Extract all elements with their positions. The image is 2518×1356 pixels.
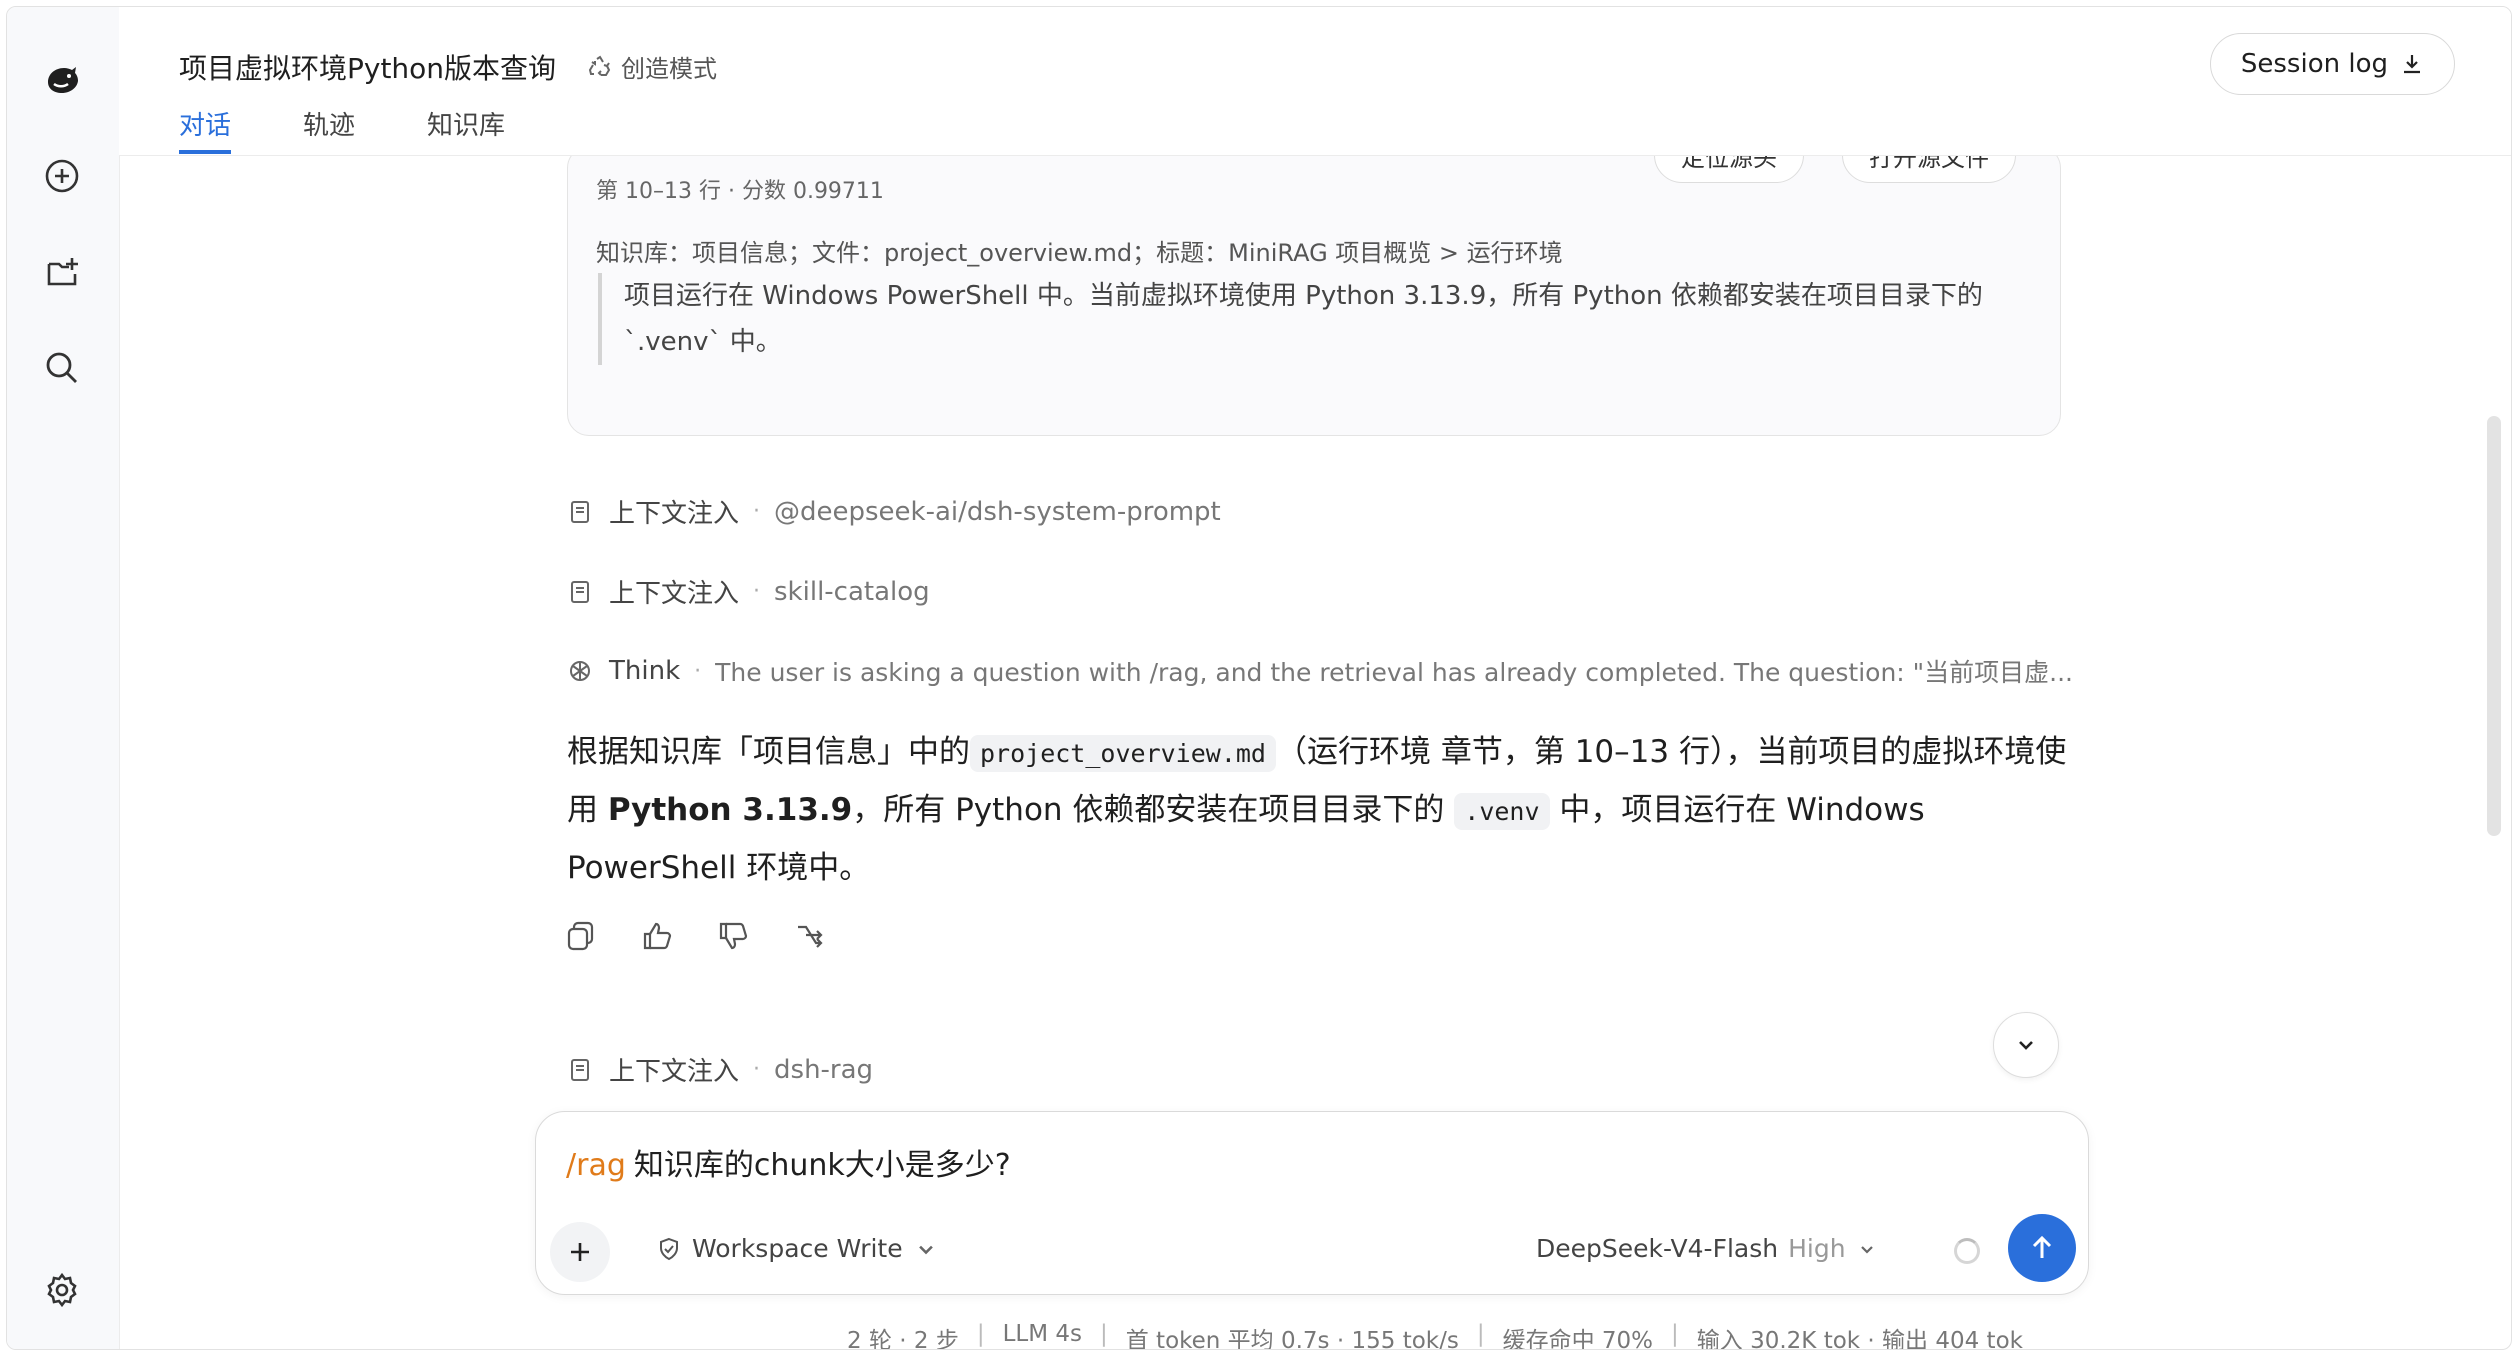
context-label: 上下文注入 [609,1057,740,1087]
scrollbar[interactable] [2487,416,2501,836]
stat-separator: | [1099,1321,1108,1347]
slash-command: /rag [566,1148,626,1183]
chevron-down-icon [2019,1041,2033,1050]
separator-dot: · [694,658,702,684]
think-text: The user is asking a question with /rag,… [715,658,2073,687]
context-label: 上下文注入 [609,499,740,529]
retrieved-chunk-card: 定位源头 打开源文件 第 10–13 行 · 分数 0.99711 知识库：项目… [567,156,2061,436]
model-name: DeepSeek-V4-Flash [1536,1234,1779,1263]
context-row[interactable]: 上下文注入 · dsh-rag [567,1051,873,1088]
thumbs-up-icon[interactable] [637,916,677,956]
usage-stats: 2 轮 · 2 步 | LLM 4s | 首 token 平均 0.7s · 155… [847,1321,2023,1349]
tab-trajectory[interactable]: 轨迹 [303,105,355,154]
search-icon[interactable] [33,339,91,397]
app-window: 项目虚拟环境Python版本查询 创造模式 对话 轨迹 知识库 Session … [6,6,2512,1350]
prompt-input[interactable]: /rag 知识库的chunk大小是多少? [566,1140,1011,1184]
session-log-button[interactable]: Session log [2209,33,2455,95]
context-value: @deepseek-ai/dsh-system-prompt [774,496,1221,527]
separator-dot: · [753,499,761,524]
stat-separator: | [1671,1321,1679,1347]
stat-turns: 2 轮 · 2 步 [847,1328,959,1349]
shield-check-icon [660,1237,678,1260]
context-label: 上下文注入 [609,579,740,609]
answer-bold: Python 3.13.9 [607,792,853,828]
context-value: skill-catalog [774,576,930,607]
locate-source-button[interactable]: 定位源头 [1654,156,1804,183]
inline-code: .venv [1454,793,1550,830]
settings-gear-icon[interactable] [33,1261,91,1319]
loading-spinner-icon [1954,1238,1980,1264]
workspace-permission-select[interactable]: Workspace Write [656,1234,939,1263]
model-select[interactable]: DeepSeek-V4-Flash High [1536,1234,1878,1263]
page-title: 项目虚拟环境Python版本查询 [179,52,557,85]
arrow-up-icon [2032,1235,2052,1258]
branch-icon[interactable] [789,916,829,956]
attach-button[interactable] [550,1222,610,1282]
prompt-text: 知识库的chunk大小是多少? [633,1148,1011,1183]
stat-tokens: 输入 30.2K tok · 输出 404 tok [1696,1328,2023,1349]
scroll-down-button[interactable] [1993,1012,2059,1078]
chat-content: 定位源头 打开源文件 第 10–13 行 · 分数 0.99711 知识库：项目… [119,156,2511,1349]
stat-separator: | [976,1321,985,1347]
document-icon [571,500,589,523]
inline-code: project_overview.md [970,735,1276,772]
app-logo-icon[interactable] [33,51,91,109]
stat-first-token: 首 token 平均 0.7s · 155 tok/s [1125,1328,1459,1349]
stat-llm: LLM 4s [1002,1321,1082,1347]
answer-text: 根据知识库「项目信息」中的 [567,734,970,770]
chevron-down-icon [918,1245,933,1254]
mode-badge[interactable]: 创造模式 [587,49,717,84]
send-button[interactable] [2008,1214,2076,1282]
think-row[interactable]: Think · The user is asking a question wi… [567,653,2073,689]
context-row[interactable]: 上下文注入 · @deepseek-ai/dsh-system-prompt [567,493,1221,530]
stat-cache: 缓存命中 70% [1502,1328,1654,1349]
download-icon [2404,55,2420,74]
workspace-label: Workspace Write [692,1234,903,1263]
thumbs-down-icon[interactable] [713,916,753,956]
separator-dot: · [753,579,761,604]
answer-actions [561,916,829,956]
recycle-icon [588,55,611,76]
answer-text: ，所有 Python 依赖都安装在项目目录下的 [852,792,1445,828]
context-value: dsh-rag [774,1054,874,1085]
copy-icon[interactable] [561,916,601,956]
composer[interactable]: /rag 知识库的chunk大小是多少? Workspace Write Deep… [535,1111,2089,1295]
chunk-meta: 第 10–13 行 · 分数 0.99711 [596,179,884,204]
brain-icon [570,661,590,681]
new-chat-icon[interactable] [33,147,91,205]
chunk-quote: 项目运行在 Windows PowerShell 中。当前虚拟环境使用 Pyth… [598,273,2020,365]
tab-chat[interactable]: 对话 [179,105,232,154]
sidebar [7,7,120,1349]
mode-label: 创造模式 [621,55,717,83]
session-log-label: Session log [2240,49,2388,79]
assistant-answer: 根据知识库「项目信息」中的 project_overview.md （运行环境 章节… [567,724,2067,896]
tab-bar: 对话 轨迹 知识库 [179,105,505,154]
document-icon [571,580,589,603]
chunk-source: 知识库：项目信息；文件：project_overview.md；标题：MiniR… [596,239,1563,267]
document-icon [571,1058,589,1081]
context-row[interactable]: 上下文注入 · skill-catalog [567,573,930,610]
open-source-file-button[interactable]: 打开源文件 [1842,156,2016,183]
separator-dot: · [753,1057,761,1082]
think-label: Think [609,656,681,686]
header: 项目虚拟环境Python版本查询 创造模式 对话 轨迹 知识库 Session … [119,7,2511,156]
plus-icon [571,1243,589,1261]
new-project-icon[interactable] [33,243,91,301]
chevron-down-icon [1860,1245,1873,1254]
effort-level: High [1788,1234,1846,1263]
tab-knowledge-base[interactable]: 知识库 [427,105,505,154]
stat-separator: | [1476,1321,1485,1347]
